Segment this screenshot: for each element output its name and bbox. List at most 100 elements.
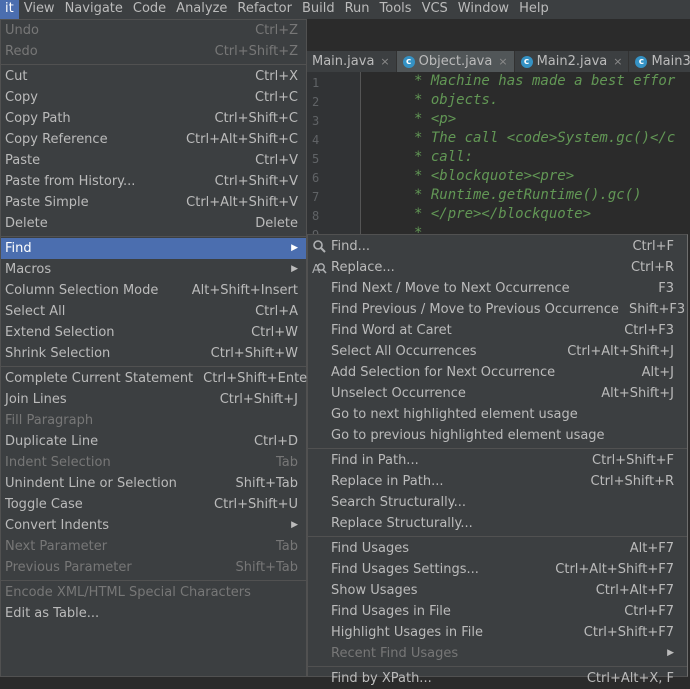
menu-item-shortcut: Ctrl+X <box>255 69 298 84</box>
menu-item-shortcut: Ctrl+F3 <box>624 323 674 338</box>
menubar-item-it[interactable]: it <box>0 0 19 19</box>
menu-item-duplicate-line[interactable]: Duplicate Line Ctrl+D <box>1 431 306 452</box>
menu-item-find-usages-in-file[interactable]: Find Usages in File Ctrl+F7 <box>308 601 687 622</box>
menu-item-convert-indents[interactable]: Convert Indents ▶ <box>1 515 306 536</box>
menu-item-copy[interactable]: Copy Ctrl+C <box>1 87 306 108</box>
menu-item-shortcut: Delete <box>255 216 298 231</box>
menubar-item-help[interactable]: Help <box>514 0 554 19</box>
editor-tab-main2-java[interactable]: c Main2.java × <box>515 51 630 72</box>
menu-item-add-selection-for-next-occurrence[interactable]: Add Selection for Next Occurrence Alt+J <box>308 362 687 383</box>
close-icon[interactable]: × <box>613 55 622 68</box>
menubar-item-build[interactable]: Build <box>297 0 340 19</box>
menu-item-label: Cut <box>5 69 28 84</box>
menu-item-label: Find... <box>331 239 371 254</box>
editor-tab-main-java[interactable]: Main.java × <box>306 51 397 72</box>
menu-item-select-all[interactable]: Select All Ctrl+A <box>1 301 306 322</box>
menu-item-find[interactable]: Find ▶ <box>1 238 306 259</box>
menu-item-go-to-previous-highlighted-element-usage[interactable]: Go to previous highlighted element usage <box>308 425 687 446</box>
menu-item-recent-find-usages: Recent Find Usages ▶ <box>308 643 687 664</box>
menu-item-highlight-usages-in-file[interactable]: Highlight Usages in File Ctrl+Shift+F7 <box>308 622 687 643</box>
menu-item-column-selection-mode[interactable]: Column Selection Mode Alt+Shift+Insert <box>1 280 306 301</box>
java-class-icon: c <box>635 55 648 68</box>
menu-item-unselect-occurrence[interactable]: Unselect Occurrence Alt+Shift+J <box>308 383 687 404</box>
menu-item-shortcut: Ctrl+C <box>254 90 298 105</box>
menu-item-label: Find Previous / Move to Previous Occurre… <box>331 302 619 317</box>
menubar-item-analyze[interactable]: Analyze <box>171 0 232 19</box>
menu-item-macros[interactable]: Macros ▶ <box>1 259 306 280</box>
menu-item-shortcut: Ctrl+Shift+C <box>214 111 298 126</box>
line-number: 4 <box>312 133 320 147</box>
menu-item-label: Edit as Table... <box>5 606 100 621</box>
menu-item-label: Toggle Case <box>5 497 83 512</box>
code-line: * objects. <box>414 92 499 108</box>
menu-item-find-next-move-to-next-occurrence[interactable]: Find Next / Move to Next Occurrence F3 <box>308 278 687 299</box>
menu-item-shortcut: Tab <box>275 539 298 554</box>
menu-item-find-word-at-caret[interactable]: Find Word at Caret Ctrl+F3 <box>308 320 687 341</box>
menu-item-label: Recent Find Usages <box>331 646 459 661</box>
menu-item-join-lines[interactable]: Join Lines Ctrl+Shift+J <box>1 389 306 410</box>
menu-item-next-parameter: Next Parameter Tab <box>1 536 306 557</box>
menu-item-label: Unselect Occurrence <box>331 386 466 401</box>
menu-item-label: Previous Parameter <box>5 560 132 575</box>
menu-item-show-usages[interactable]: Show Usages Ctrl+Alt+F7 <box>308 580 687 601</box>
menubar-item-window[interactable]: Window <box>453 0 514 19</box>
menu-item-label: Find Next / Move to Next Occurrence <box>331 281 570 296</box>
menu-item-search-structurally[interactable]: Search Structurally... <box>308 492 687 513</box>
line-number: 8 <box>312 209 320 223</box>
menu-item-copy-reference[interactable]: Copy Reference Ctrl+Alt+Shift+C <box>1 129 306 150</box>
menu-item-shortcut: Ctrl+Shift+J <box>219 392 298 407</box>
menu-item-label: Join Lines <box>5 392 67 407</box>
menu-item-label: Highlight Usages in File <box>331 625 483 640</box>
editor-tab-main3-ja[interactable]: cMain3.ja <box>629 51 690 72</box>
menu-item-cut[interactable]: Cut Ctrl+X <box>1 66 306 87</box>
menu-item-paste-from-history[interactable]: Paste from History... Ctrl+Shift+V <box>1 171 306 192</box>
menu-item-label: Column Selection Mode <box>5 283 159 298</box>
code-line: * call: <box>414 149 474 165</box>
menu-item-find-usages-settings[interactable]: Find Usages Settings... Ctrl+Alt+Shift+F7 <box>308 559 687 580</box>
menu-item-shortcut: Ctrl+Shift+F <box>592 453 674 468</box>
menu-item-encode-xml-html-special-characters: Encode XML/HTML Special Characters <box>1 582 306 603</box>
menu-item-shortcut: Tab <box>275 455 298 470</box>
menubar-item-vcs[interactable]: VCS <box>417 0 453 19</box>
menu-item-paste[interactable]: Paste Ctrl+V <box>1 150 306 171</box>
menu-item-label: Find Usages Settings... <box>331 562 479 577</box>
menubar-item-code[interactable]: Code <box>128 0 171 19</box>
menu-item-label: Copy Reference <box>5 132 108 147</box>
menu-item-shortcut: Alt+J <box>641 365 674 380</box>
menu-item-unindent-line-or-selection[interactable]: Unindent Line or Selection Shift+Tab <box>1 473 306 494</box>
menu-item-select-all-occurrences[interactable]: Select All Occurrences Ctrl+Alt+Shift+J <box>308 341 687 362</box>
menu-item-paste-simple[interactable]: Paste Simple Ctrl+Alt+Shift+V <box>1 192 306 213</box>
menu-item-shortcut: Ctrl+F7 <box>624 604 674 619</box>
menu-item-find-by-xpath[interactable]: Find by XPath... Ctrl+Alt+X, F <box>308 668 687 689</box>
menu-item-edit-as-table[interactable]: Edit as Table... <box>1 603 306 624</box>
menu-item-fill-paragraph: Fill Paragraph <box>1 410 306 431</box>
menu-item-copy-path[interactable]: Copy Path Ctrl+Shift+C <box>1 108 306 129</box>
menubar-item-run[interactable]: Run <box>340 0 375 19</box>
menu-item-go-to-next-highlighted-element-usage[interactable]: Go to next highlighted element usage <box>308 404 687 425</box>
menu-item-extend-selection[interactable]: Extend Selection Ctrl+W <box>1 322 306 343</box>
menu-item-label: Paste Simple <box>5 195 89 210</box>
editor-tab-object-java[interactable]: c Object.java × <box>396 51 515 72</box>
menu-bar: it View Navigate Code Analyze Refactor Build Ru… <box>0 0 690 19</box>
close-icon[interactable]: × <box>498 55 507 68</box>
menubar-item-view[interactable]: View <box>19 0 60 19</box>
menu-item-replace-structurally[interactable]: Replace Structurally... <box>308 513 687 534</box>
menu-item-find-in-path[interactable]: Find in Path... Ctrl+Shift+F <box>308 450 687 471</box>
close-icon[interactable]: × <box>380 55 389 68</box>
menu-item-find-usages[interactable]: Find Usages Alt+F7 <box>308 538 687 559</box>
code-line: * The call <code>System.gc()</c <box>414 130 676 146</box>
menu-item-find[interactable]: Find... Ctrl+F <box>308 236 687 257</box>
menu-item-complete-current-statement[interactable]: Complete Current Statement Ctrl+Shift+Ent… <box>1 368 313 389</box>
menubar-item-refactor[interactable]: Refactor <box>232 0 297 19</box>
menu-item-find-previous-move-to-previous-occurrence[interactable]: Find Previous / Move to Previous Occurre… <box>308 299 687 320</box>
menu-item-delete[interactable]: Delete Delete <box>1 213 306 234</box>
menu-item-replace[interactable]: A Replace... Ctrl+R <box>308 257 687 278</box>
menu-separator <box>308 536 687 537</box>
menu-item-replace-in-path[interactable]: Replace in Path... Ctrl+Shift+R <box>308 471 687 492</box>
menu-item-shrink-selection[interactable]: Shrink Selection Ctrl+Shift+W <box>1 343 306 364</box>
menu-item-toggle-case[interactable]: Toggle Case Ctrl+Shift+U <box>1 494 306 515</box>
menu-item-shortcut: Ctrl+A <box>255 304 298 319</box>
menubar-item-navigate[interactable]: Navigate <box>60 0 128 19</box>
menu-item-label: Fill Paragraph <box>5 413 94 428</box>
menubar-item-tools[interactable]: Tools <box>375 0 417 19</box>
